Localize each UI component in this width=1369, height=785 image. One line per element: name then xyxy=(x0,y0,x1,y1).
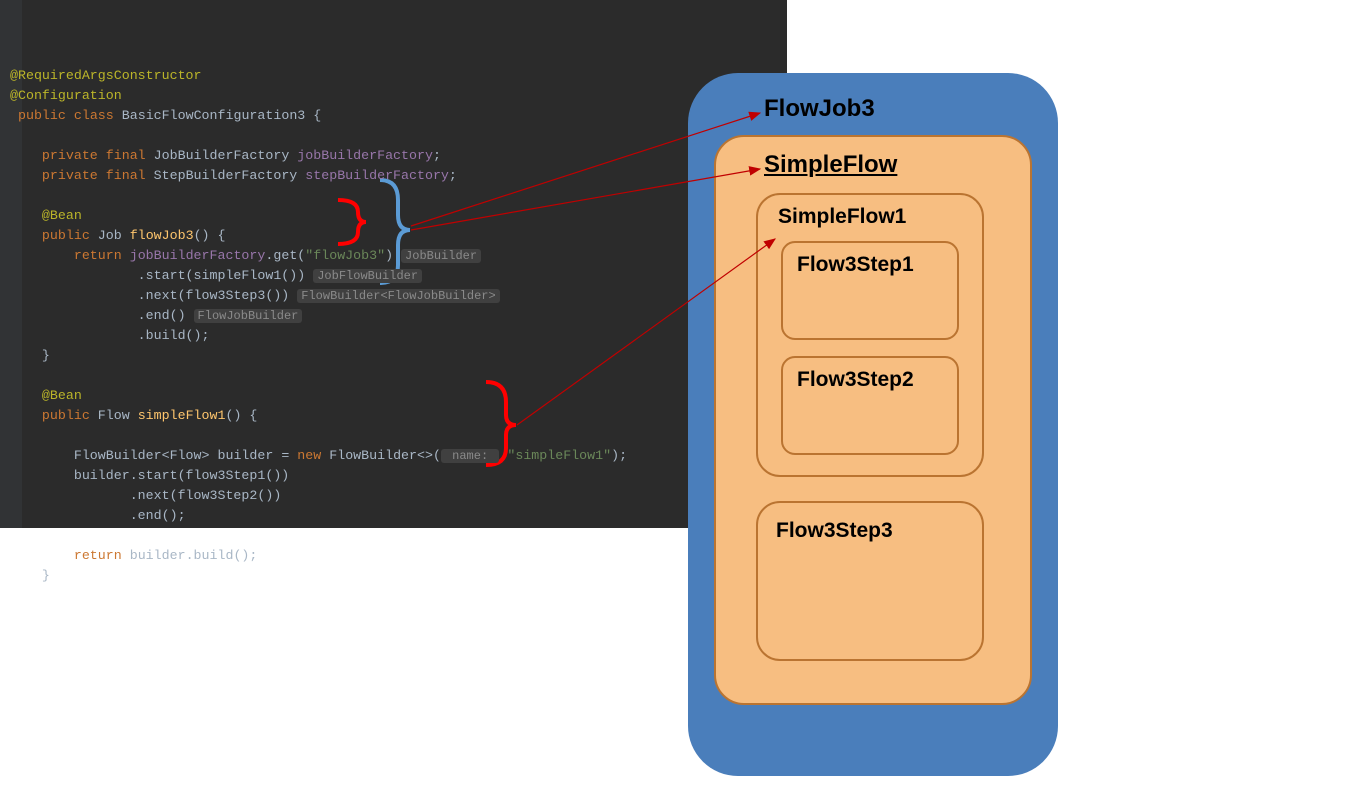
type: FlowBuilder<Flow> xyxy=(74,448,210,463)
field: stepBuilderFactory xyxy=(305,168,449,183)
code-content: @RequiredArgsConstructor @Configuration … xyxy=(8,66,779,586)
type: FlowBuilder<>( xyxy=(321,448,441,463)
call: .start(simpleFlow1()) xyxy=(138,268,306,283)
var: builder xyxy=(217,448,273,463)
field: jobBuilderFactory xyxy=(130,248,266,263)
flowjob3-title: FlowJob3 xyxy=(764,95,1032,123)
simpleflow1-box: SimpleFlow1 Flow3Step1 Flow3Step2 xyxy=(756,193,984,477)
flow3step2-box: Flow3Step2 xyxy=(781,356,959,455)
string: "flowJob3" xyxy=(305,248,385,263)
call: .build(); xyxy=(138,328,210,343)
sig: () { xyxy=(225,408,257,423)
expr: builder.build(); xyxy=(122,548,258,563)
type-hint: FlowBuilder<FlowJobBuilder> xyxy=(297,289,499,303)
method: simpleFlow1 xyxy=(138,408,226,423)
annotation: @Configuration xyxy=(10,88,122,103)
kw: public xyxy=(42,408,90,423)
sig: () { xyxy=(194,228,226,243)
method: flowJob3 xyxy=(130,228,194,243)
eq: = xyxy=(273,448,297,463)
type: Flow xyxy=(98,408,130,423)
call: .end(); xyxy=(130,508,186,523)
kw: class xyxy=(74,108,114,123)
type-hint: JobBuilder xyxy=(401,249,481,263)
annotation: @Bean xyxy=(42,388,82,403)
annotation: @Bean xyxy=(42,208,82,223)
call: .get( xyxy=(265,248,305,263)
kw: return xyxy=(74,548,122,563)
type-hint: JobFlowBuilder xyxy=(313,269,422,283)
call: .end() xyxy=(138,308,186,323)
type: Job xyxy=(98,228,122,243)
call: ); xyxy=(611,448,627,463)
param-hint: name: xyxy=(441,449,499,463)
code-editor: @RequiredArgsConstructor @Configuration … xyxy=(0,0,787,528)
flow3step3-box: Flow3Step3 xyxy=(756,501,984,661)
type: StepBuilderFactory xyxy=(154,168,298,183)
kw: private xyxy=(42,168,98,183)
flow3step1-box: Flow3Step1 xyxy=(781,241,959,340)
brace: { xyxy=(305,108,321,123)
kw: public xyxy=(42,228,90,243)
call: builder.start(flow3Step1()) xyxy=(74,468,289,483)
kw: final xyxy=(106,148,146,163)
kw: return xyxy=(74,248,122,263)
classname: BasicFlowConfiguration3 xyxy=(122,108,306,123)
call: .next(flow3Step3()) xyxy=(138,288,290,303)
brace: } xyxy=(42,348,50,363)
simpleflow-title: SimpleFlow xyxy=(764,151,1010,179)
kw: public xyxy=(18,108,66,123)
string: "simpleFlow1" xyxy=(507,448,611,463)
type-hint: FlowJobBuilder xyxy=(194,309,303,323)
kw: private xyxy=(42,148,98,163)
call: ) xyxy=(385,248,393,263)
kw: new xyxy=(297,448,321,463)
brace: } xyxy=(42,568,50,583)
type: JobBuilderFactory xyxy=(154,148,290,163)
call: .next(flow3Step2()) xyxy=(130,488,282,503)
kw: final xyxy=(106,168,146,183)
simpleflow1-title: SimpleFlow1 xyxy=(778,205,968,229)
field: jobBuilderFactory xyxy=(297,148,433,163)
annotation: @RequiredArgsConstructor xyxy=(10,68,202,83)
